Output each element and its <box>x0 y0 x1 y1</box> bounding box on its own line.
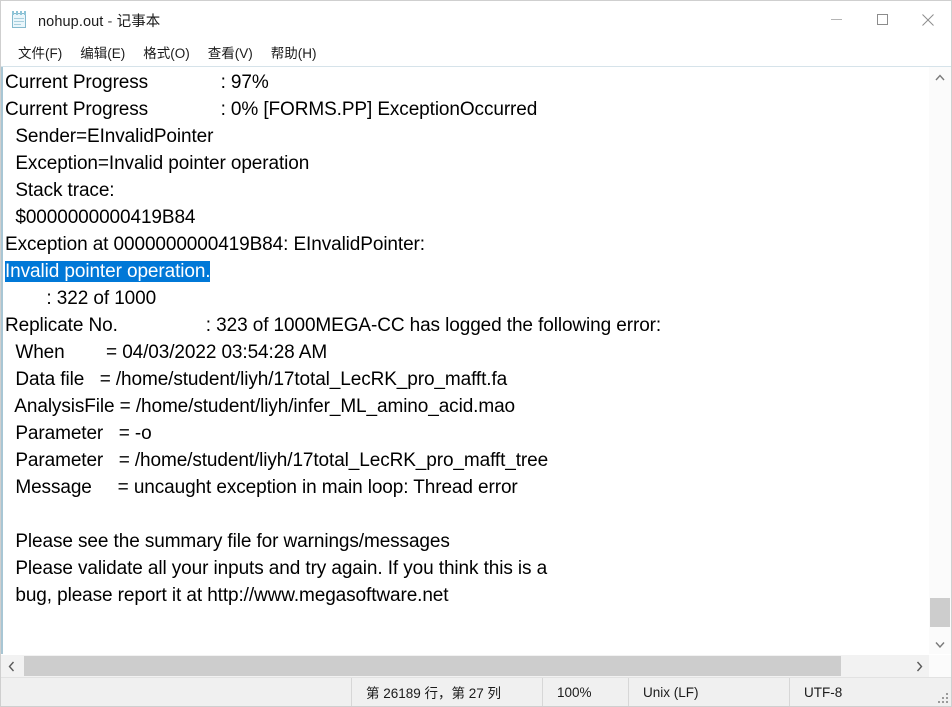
text-line: Message = uncaught exception in main loo… <box>5 477 518 498</box>
text-line: Exception at 0000000000419B84: EInvalidP… <box>5 234 425 255</box>
text-line: Stack trace: <box>5 180 115 201</box>
window-title-separator: - <box>103 13 117 30</box>
status-bar-spacer <box>1 678 351 706</box>
text-line: When = 04/03/2022 03:54:28 AM <box>5 342 328 363</box>
menu-item-format[interactable]: 格式(O) <box>134 40 199 65</box>
scroll-down-button[interactable] <box>929 634 951 654</box>
resize-grip-icon[interactable] <box>934 678 951 706</box>
scroll-left-button[interactable] <box>1 655 21 677</box>
text-line: Exception=Invalid pointer operation <box>5 153 310 174</box>
text-line: : 322 of 1000 <box>5 288 157 309</box>
status-line-ending: Unix (LF) <box>628 678 789 706</box>
menu-item-view[interactable]: 查看(V) <box>199 40 262 65</box>
menu-item-edit[interactable]: 编辑(E) <box>71 40 134 65</box>
text-line: $0000000000419B84 <box>5 207 196 228</box>
text-line: Please see the summary file for warnings… <box>5 531 450 552</box>
chevron-right-icon <box>916 661 922 671</box>
text-line <box>5 501 928 528</box>
text-line: Please validate all your inputs and try … <box>5 558 548 579</box>
text-line: Invalid pointer operation. <box>5 258 928 285</box>
horizontal-scrollbar[interactable] <box>1 654 951 677</box>
scroll-up-button[interactable] <box>929 67 951 87</box>
text-line: Parameter = -o <box>5 423 152 444</box>
chevron-left-icon <box>8 661 14 671</box>
window-title-file: nohup.out <box>38 13 104 30</box>
status-encoding: UTF-8 <box>789 678 934 706</box>
text-editor[interactable]: Current Progress : 97% Current Progress :… <box>1 67 928 654</box>
text-line: Replicate No. : 323 of 1000MEGA-CC has l… <box>5 315 662 336</box>
text-line: Sender=EInvalidPointer <box>5 126 214 147</box>
vertical-scrollbar[interactable] <box>928 67 951 654</box>
chevron-down-icon <box>935 641 945 648</box>
scroll-right-button[interactable] <box>909 655 929 677</box>
menu-bar: 文件(F) 编辑(E) 格式(O) 查看(V) 帮助(H) <box>1 40 951 66</box>
vertical-scrollbar-thumb[interactable] <box>930 598 950 627</box>
text-line: Parameter = /home/student/liyh/17total_L… <box>5 450 549 471</box>
minimize-button[interactable] <box>813 1 859 38</box>
scrollbar-corner <box>929 655 951 677</box>
status-bar: 第 26189 行，第 27 列 100% Unix (LF) UTF-8 <box>1 677 951 706</box>
title-bar[interactable]: nohup.out - 记事本 <box>1 1 951 40</box>
minimize-icon <box>830 19 842 20</box>
notepad-window: nohup.out - 记事本 文件(F) 编辑(E) 格式(O) 查看(V) … <box>0 0 952 707</box>
menu-item-help[interactable]: 帮助(H) <box>262 40 326 65</box>
status-zoom-level: 100% <box>542 678 628 706</box>
title-bar-left: nohup.out - 记事本 <box>1 1 813 39</box>
menu-item-file[interactable]: 文件(F) <box>9 40 71 65</box>
close-button[interactable] <box>905 1 951 38</box>
horizontal-scrollbar-thumb[interactable] <box>24 656 841 676</box>
text-line: Current Progress : 0% [FORMS.PP] Excepti… <box>5 99 538 120</box>
text-line: Data file = /home/student/liyh/17total_L… <box>5 369 508 390</box>
editor-area: Current Progress : 97% Current Progress :… <box>1 66 951 654</box>
maximize-button[interactable] <box>859 1 905 38</box>
notepad-icon <box>11 11 29 29</box>
window-title-app: 记事本 <box>116 13 161 30</box>
text-line: AnalysisFile = /home/student/liyh/infer_… <box>5 396 516 417</box>
maximize-icon <box>876 14 888 25</box>
window-controls <box>813 1 951 39</box>
chevron-up-icon <box>935 73 945 80</box>
text-line: bug, please report it at http://www.mega… <box>5 585 449 606</box>
selected-text: Invalid pointer operation. <box>5 261 211 282</box>
window-title: nohup.out - 记事本 <box>38 10 160 31</box>
close-icon <box>922 13 934 26</box>
status-cursor-position: 第 26189 行，第 27 列 <box>351 678 542 706</box>
text-line: Current Progress : 97% <box>5 72 269 93</box>
